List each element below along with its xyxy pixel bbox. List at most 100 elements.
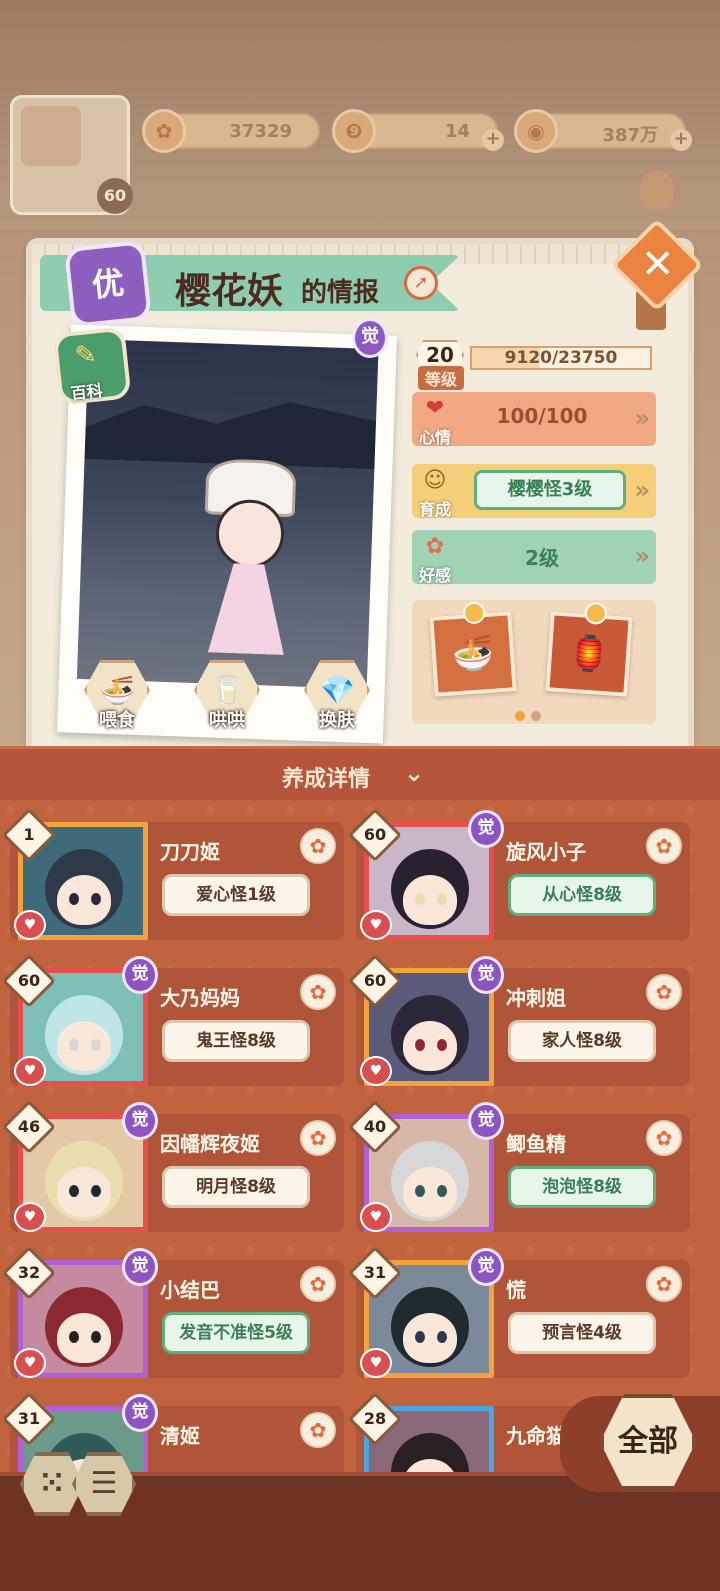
growth-pill: 泡泡怪8级 bbox=[508, 1166, 656, 1208]
portrait-eye bbox=[69, 1039, 79, 1051]
portrait-face bbox=[403, 1021, 457, 1071]
compass-icon[interactable]: ➚ bbox=[404, 266, 438, 300]
growth-pill: 鬼王怪8级 bbox=[162, 1020, 310, 1062]
portrait-eye bbox=[415, 1331, 425, 1343]
growth-pill: 从心怪8级 bbox=[508, 874, 656, 916]
flower-icon[interactable]: ✿ bbox=[646, 1120, 682, 1156]
filter-all-button[interactable]: 全部 bbox=[560, 1394, 720, 1492]
portrait-face bbox=[57, 875, 111, 925]
mood-value: 100/100 bbox=[496, 404, 588, 428]
portrait-eye bbox=[415, 893, 425, 905]
heart-icon: ♥ bbox=[14, 1202, 46, 1232]
portrait-eye bbox=[91, 1185, 101, 1197]
wiki-label: 百科 bbox=[69, 381, 104, 404]
coin-icon: ◉ bbox=[514, 109, 558, 153]
awaken-badge: 觉 bbox=[468, 956, 504, 994]
roster-grid[interactable]: 1 ♥ 刀刀姬 ✿ 爱心怪1级 60 觉 ♥ 旋风小子 ✿ 从心怪8级 60 觉 ♥ 大乃妈妈 ✿ 鬼王怪8级 6… bbox=[0, 800, 720, 1472]
magatama-icon: ❾ bbox=[332, 109, 376, 153]
chevron-double-down-icon: ⌄ bbox=[404, 759, 425, 787]
page-dot[interactable] bbox=[531, 711, 541, 721]
growth-pill: 家人怪8级 bbox=[508, 1020, 656, 1062]
smile-icon bbox=[584, 601, 608, 626]
grow-label: 育成 bbox=[418, 500, 451, 519]
character-sprite bbox=[188, 458, 315, 662]
portrait-eye bbox=[69, 1331, 79, 1343]
flower-icon[interactable]: ✿ bbox=[300, 1120, 336, 1156]
level-badge-value: 46 bbox=[17, 1117, 41, 1136]
portrait-face bbox=[403, 1313, 457, 1363]
flower-icon[interactable]: ✿ bbox=[300, 828, 336, 864]
level-label: 等级 bbox=[418, 366, 464, 390]
awaken-badge: 觉 bbox=[122, 1248, 158, 1286]
awaken-badge: 觉 bbox=[122, 1102, 158, 1140]
awaken-badge: 觉 bbox=[122, 1394, 158, 1432]
roster-name: 刀刀姬 bbox=[160, 840, 220, 864]
feed-label: 喂食 bbox=[99, 710, 135, 731]
fish-ornament-icon bbox=[640, 170, 674, 210]
roster-card[interactable]: 60 觉 ♥ 冲刺姐 ✿ 家人怪8级 bbox=[348, 954, 690, 1086]
roster-card[interactable]: 60 觉 ♥ 旋风小子 ✿ 从心怪8级 bbox=[348, 808, 690, 940]
favor-value: 2级 bbox=[525, 546, 559, 570]
close-icon: ✕ bbox=[640, 241, 675, 288]
wiki-button[interactable]: ✎ 百科 bbox=[52, 326, 132, 406]
roster-card[interactable]: 60 觉 ♥ 大乃妈妈 ✿ 鬼王怪8级 bbox=[2, 954, 344, 1086]
resource-coin: ◉ 387万 + bbox=[514, 109, 692, 153]
resource-magatama-value: 14 bbox=[444, 121, 470, 142]
roster-name: 因幡辉夜姬 bbox=[160, 1132, 260, 1156]
roster-card[interactable]: 46 觉 ♥ 因幡辉夜姬 ✿ 明月怪8级 bbox=[2, 1100, 344, 1232]
add-magatama-button[interactable]: + bbox=[482, 129, 504, 151]
growth-pill: 发音不准怪5级 bbox=[162, 1312, 310, 1354]
flower-icon[interactable]: ✿ bbox=[300, 974, 336, 1010]
heart-icon: ♥ bbox=[14, 1056, 46, 1086]
feed-button[interactable]: 🍜 喂食 bbox=[80, 660, 154, 736]
portrait-eye bbox=[415, 1039, 425, 1051]
portrait-face bbox=[57, 1313, 111, 1363]
gift-page-dots bbox=[512, 706, 544, 725]
roster-card[interactable]: 32 觉 ♥ 小结巴 ✿ 发音不准怪5级 bbox=[2, 1246, 344, 1378]
flower-icon[interactable]: ✿ bbox=[646, 1266, 682, 1302]
flower-icon[interactable]: ✿ bbox=[646, 974, 682, 1010]
level-badge-value: 60 bbox=[363, 825, 387, 844]
details-toggle[interactable]: 养成详情 ⌄ bbox=[0, 746, 720, 800]
resource-coin-value: 387万 bbox=[602, 125, 658, 146]
chevron-right-icon: » bbox=[634, 542, 650, 570]
roster-card[interactable]: 31 觉 ♥ 慌 ✿ 预言怪4级 bbox=[348, 1246, 690, 1378]
coax-button[interactable]: 🥛 哄哄 bbox=[190, 660, 264, 736]
portrait-eye bbox=[437, 1331, 447, 1343]
character-name: 樱花妖 bbox=[175, 271, 284, 312]
favor-row[interactable]: ✿ 好感 2级 » bbox=[412, 530, 656, 585]
skin-button[interactable]: 💎 换肤 bbox=[300, 660, 374, 736]
portrait-face bbox=[57, 1021, 111, 1071]
exp-text: 9120/23750 bbox=[504, 348, 618, 368]
gift-panel: 🍜 🏮 bbox=[412, 600, 656, 724]
resource-blossom: ✿ 37329 bbox=[142, 109, 320, 153]
add-coin-button[interactable]: + bbox=[670, 129, 692, 151]
milk-carton-icon: 🥛 bbox=[210, 674, 245, 707]
roster-card[interactable]: 40 觉 ♥ 鲫鱼精 ✿ 泡泡怪8级 bbox=[348, 1100, 690, 1232]
details-label: 养成详情 bbox=[282, 767, 371, 792]
gift-ramen[interactable]: 🍜 bbox=[429, 601, 517, 697]
player-avatar[interactable]: 60 bbox=[10, 95, 133, 215]
roster-card[interactable]: 1 ♥ 刀刀姬 ✿ 爱心怪1级 bbox=[2, 808, 344, 940]
grow-row[interactable]: ☺ 育成 樱樱怪3级 » bbox=[412, 464, 656, 519]
heart-icon: ♥ bbox=[14, 910, 46, 940]
filter-all-label: 全部 bbox=[600, 1394, 696, 1490]
roster-name: 九命猫 bbox=[506, 1424, 566, 1448]
gem-icon: 💎 bbox=[320, 674, 355, 707]
chevron-right-icon: » bbox=[634, 404, 650, 432]
page-dot[interactable] bbox=[515, 711, 525, 721]
noodle-bowl-icon: 🍜 bbox=[100, 674, 135, 707]
heart-icon: ♥ bbox=[360, 1056, 392, 1086]
resource-blossom-value: 37329 bbox=[229, 121, 292, 142]
portrait-eye bbox=[69, 893, 79, 905]
mood-row[interactable]: ❤ 心情 100/100 » bbox=[412, 392, 656, 447]
flower-icon[interactable]: ✿ bbox=[300, 1266, 336, 1302]
roster-name: 小结巴 bbox=[160, 1278, 220, 1302]
level-badge-value: 1 bbox=[23, 825, 35, 844]
gift-lantern[interactable]: 🏮 bbox=[545, 601, 633, 697]
character-kimono bbox=[208, 562, 287, 655]
heart-icon: ♥ bbox=[360, 1202, 392, 1232]
avatar-frame bbox=[21, 106, 81, 166]
flower-icon[interactable]: ✿ bbox=[300, 1412, 336, 1448]
flower-icon[interactable]: ✿ bbox=[646, 828, 682, 864]
